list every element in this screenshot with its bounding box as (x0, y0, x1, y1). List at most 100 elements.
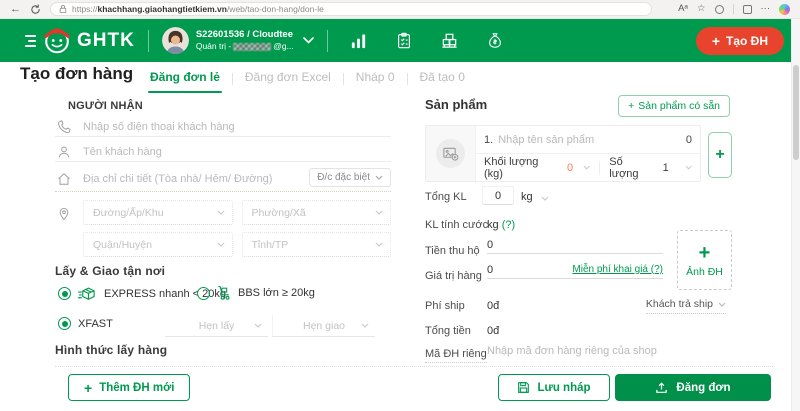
phone-icon (55, 119, 83, 134)
delivery-time-dropdown[interactable]: Hẹn giao (272, 315, 375, 337)
tab-excel-order[interactable]: Đăng đơn Excel (233, 65, 343, 93)
header-divider (326, 29, 328, 52)
app-header: GHTK S22601536 / Cloudtee Quản trị - @g..… (0, 19, 800, 62)
upload-icon (656, 382, 668, 393)
chevron-down-icon[interactable] (302, 37, 314, 44)
refresh-icon[interactable] (30, 3, 41, 15)
cod-input[interactable] (487, 238, 547, 251)
user-info[interactable]: S22601536 / Cloudtee Quản trị - @g... (196, 29, 294, 52)
chevron-down-icon[interactable] (685, 165, 692, 170)
radio-express[interactable] (58, 287, 71, 300)
add-product-image-button[interactable] (436, 139, 465, 168)
radio-xfast[interactable] (58, 317, 71, 330)
weight-unit[interactable]: kg (521, 191, 533, 203)
help-icon[interactable]: (?) (502, 219, 515, 231)
url-bar[interactable]: https://khachhang.giaohangtietkiem.vn/we… (50, 2, 652, 16)
order-photo-upload[interactable]: + Ảnh ĐH (677, 230, 732, 290)
money-bag-icon[interactable] (486, 31, 504, 50)
save-draft-button[interactable]: Lưu nháp (498, 374, 610, 401)
back-icon[interactable]: ← (10, 3, 21, 15)
product-name-row: 1. 0 (476, 126, 700, 154)
free-declare-link[interactable]: Miễn phí khai giá (?) (572, 264, 663, 275)
tab-created[interactable]: Đã tạo 0 (408, 65, 477, 93)
warehouse-icon[interactable] (440, 31, 459, 50)
orders-clipboard-icon[interactable] (395, 31, 413, 50)
save-icon (518, 382, 530, 393)
header-nav (349, 31, 504, 50)
street-dropdown[interactable]: Đường/Ấp/Khu (83, 200, 233, 225)
product-image-cell (426, 126, 476, 181)
total-money-value: 0đ (487, 325, 500, 337)
scrollbar-thumb[interactable] (793, 65, 799, 160)
url-text: https://khachhang.giaohangtietkiem.vn/we… (72, 4, 324, 14)
phone-input[interactable] (83, 120, 391, 133)
ghtk-logo[interactable]: GHTK (24, 26, 135, 55)
lock-icon (59, 4, 67, 14)
xfast-option[interactable]: XFAST (58, 317, 113, 330)
chevron-down-icon (361, 323, 369, 328)
read-aloud-icon[interactable]: Aᵃ (678, 4, 688, 14)
weight-value[interactable]: 0 (567, 162, 573, 174)
customer-name-input[interactable] (83, 145, 391, 158)
goods-value-input[interactable] (487, 263, 547, 276)
total-money-label: Tổng tiền (425, 325, 471, 337)
avatar[interactable] (161, 27, 189, 54)
total-weight-input[interactable] (482, 186, 514, 205)
page-scrollbar[interactable] (791, 19, 800, 411)
chevron-down-icon (375, 175, 383, 180)
order-photo-label: Ảnh ĐH (686, 265, 723, 278)
browser-chrome: ← https://khachhang.giaohangtietkiem.vn/… (0, 0, 800, 19)
image-plus-icon (443, 147, 459, 161)
private-code-label: Mã ĐH riêng (425, 348, 487, 363)
express-package-icon (77, 287, 95, 300)
product-detail-row: Khối lượng (kg) 0 Số lượng 1 (476, 154, 700, 181)
tab-drafts[interactable]: Nháp 0 (344, 65, 407, 93)
footer-divider (55, 366, 773, 367)
ward-dropdown[interactable]: Phường/Xã (241, 200, 391, 225)
ship-fee-value: 0đ (487, 300, 500, 312)
pickup-method-heading: Hình thức lấy hàng (55, 343, 168, 357)
receiver-section: NGƯỜI NHẬN Đ/c đặc biệt (55, 100, 391, 366)
address-input[interactable] (83, 172, 310, 185)
product-heading: Sản phẩm (425, 97, 488, 112)
add-order-button[interactable]: + Thêm ĐH mới (68, 374, 191, 401)
tab-single-order[interactable]: Đăng đơn lẻ (138, 65, 232, 93)
chevron-down-icon[interactable] (583, 165, 590, 170)
ship-payer-dropdown[interactable]: Khách trả ship (645, 298, 726, 314)
extensions-icon[interactable] (714, 4, 724, 14)
bbs-option[interactable]: BBS lớn ≥ 20kg (197, 285, 315, 301)
province-dropdown[interactable]: Tỉnh/TP (241, 232, 391, 257)
weight-label: Khối lượng (kg) (484, 155, 539, 180)
product-name-input[interactable] (498, 133, 681, 146)
person-icon (55, 145, 83, 159)
redacted-email (233, 42, 272, 51)
receiver-heading: NGƯỜI NHẬN (68, 100, 143, 112)
available-product-button[interactable]: + Sản phẩm có sẵn (618, 95, 730, 117)
browser-actions: Aᵃ ☆ ··· (678, 3, 790, 15)
user-role: Quản trị - @g... (195, 41, 294, 52)
copilot-icon[interactable] (779, 3, 790, 15)
stats-icon[interactable] (349, 31, 368, 50)
goods-value-field: Miễn phí khai giá (?) (487, 261, 663, 279)
add-product-row-button[interactable]: + (708, 132, 732, 178)
ghtk-create-order-page: ← https://khachhang.giaohangtietkiem.vn/… (0, 0, 800, 411)
shipping-heading: Lấy & Giao tận nơi (55, 264, 166, 278)
page-title: Tạo đơn hàng (20, 64, 134, 83)
chevron-down-icon[interactable] (541, 196, 549, 201)
district-dropdown[interactable]: Quận/Huyện (83, 232, 233, 257)
chevron-down-icon (375, 210, 383, 215)
special-address-dropdown[interactable]: Đ/c đặc biệt (309, 168, 391, 187)
create-order-button[interactable]: + Tạo ĐH (695, 26, 784, 55)
field-divider (599, 160, 601, 175)
radio-bbs[interactable] (197, 286, 210, 300)
tab-bar: Đăng đơn lẻ Đăng đơn Excel Nháp 0 Đã tạo… (138, 65, 477, 93)
ship-fee-label: Phí ship (425, 300, 465, 312)
submit-order-button[interactable]: Đăng đơn (615, 374, 771, 401)
collections-icon[interactable] (742, 4, 752, 14)
pickup-time-dropdown[interactable]: Hẹn lấy (165, 315, 268, 337)
favorites-star-icon[interactable]: ☆ (697, 4, 706, 14)
private-code-input[interactable] (487, 345, 687, 357)
browser-menu-icon[interactable]: ··· (761, 4, 771, 14)
plus-icon: + (715, 146, 725, 163)
quantity-value[interactable]: 1 (663, 162, 669, 174)
